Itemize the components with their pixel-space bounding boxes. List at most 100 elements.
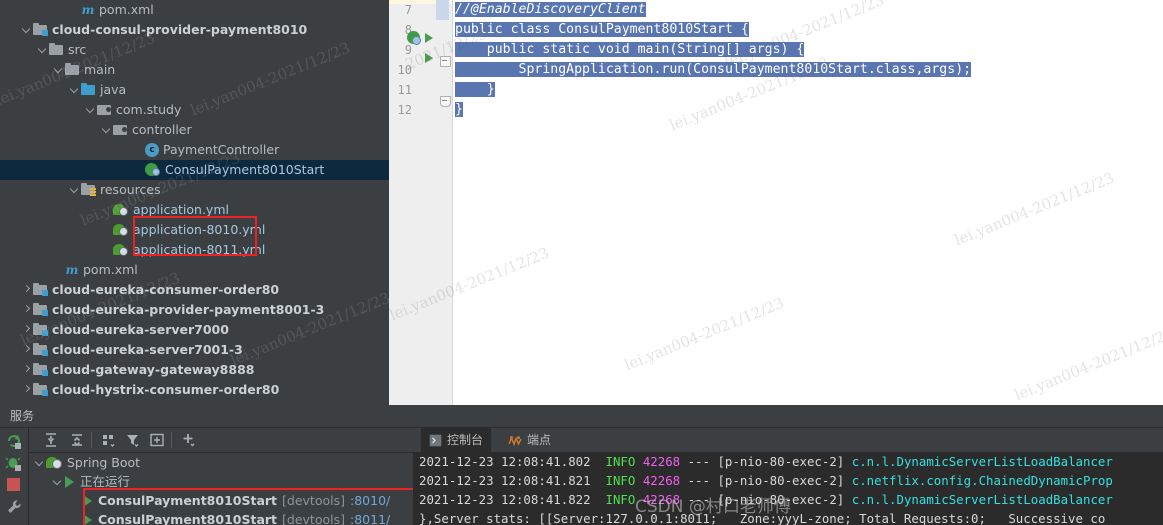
service-group-row[interactable]: 正在运行	[29, 472, 413, 491]
tree-row-label: cloud-eureka-server7000	[52, 322, 229, 337]
show-services-icon[interactable]	[149, 432, 165, 448]
tree-row[interactable]: cloud-eureka-server7001-3	[0, 340, 389, 360]
code-line[interactable]: public static void main(String[] args) {	[453, 40, 1163, 60]
tree-row[interactable]: application-8011.yml	[0, 240, 389, 260]
spring-boot-run-icon[interactable]	[407, 31, 421, 45]
tree-row[interactable]: c PaymentController	[0, 140, 389, 160]
chevron-right-icon[interactable]	[20, 380, 33, 400]
fold-collapse-icon-line11[interactable]	[440, 96, 451, 107]
chevron-right-icon[interactable]	[20, 300, 33, 320]
log-timestamp: 2021-12-23 12:08:41.822	[419, 492, 591, 507]
tree-row[interactable]: m pom.xml	[0, 0, 389, 20]
chevron-down-icon[interactable]	[68, 80, 81, 100]
chevron-right-icon[interactable]	[20, 280, 33, 300]
tab-console[interactable]: 控制台	[421, 428, 492, 452]
collapse-all-icon[interactable]	[69, 432, 85, 448]
tab-endpoints[interactable]: 端点	[500, 428, 559, 452]
console-log-line: 2021-12-23 12:08:41.822 INFO 42268 --- […	[419, 490, 1163, 509]
ide-window: m pom.xml cloud-consul-provider-payment801…	[0, 0, 1163, 525]
log-level: INFO	[605, 492, 636, 507]
filter-icon[interactable]	[125, 432, 141, 448]
tree-row[interactable]: cloud-eureka-server7000	[0, 320, 389, 340]
service-name: ConsulPayment8010Start	[98, 493, 278, 508]
run-green-icon	[82, 494, 94, 507]
settings-wrench-icon[interactable]	[5, 498, 23, 516]
code-line[interactable]: }	[453, 80, 1163, 100]
module-folder-icon	[33, 343, 48, 357]
service-instance-row[interactable]: ConsulPayment8010Start [devtools]:8011/	[29, 510, 413, 525]
chevron-down-icon[interactable]	[84, 100, 97, 120]
service-port-link[interactable]: :8010/	[350, 491, 390, 510]
run-actions-rail[interactable]	[0, 428, 29, 525]
tree-row[interactable]: cloud-gateway-gateway8888	[0, 360, 389, 380]
tree-row[interactable]: cloud-consul-provider-payment8010	[0, 20, 389, 40]
log-timestamp: 2021-12-23 12:08:41.802	[419, 454, 591, 469]
stop-icon[interactable]	[5, 476, 23, 494]
tree-row-label: pom.xml	[99, 2, 154, 17]
tree-row[interactable]: com.study	[0, 100, 389, 120]
chevron-down-icon[interactable]	[33, 453, 46, 473]
chevron-down-icon[interactable]	[52, 60, 65, 80]
chevron-down-icon[interactable]	[68, 180, 81, 200]
tree-row[interactable]: m pom.xml	[0, 260, 389, 280]
log-logger: c.n.l.DynamicServerListLoadBalancer	[851, 454, 1113, 469]
code-content[interactable]: //@EnableDiscoveryClient public class Con…	[453, 0, 1163, 413]
run-gutter-icon-line9[interactable]	[425, 53, 433, 63]
services-tree-panel[interactable]: Spring Boot 正在运行 ConsulPayment8010Start [de…	[29, 428, 413, 525]
tree-row[interactable]: cloud-hystrix-consumer-order80	[0, 380, 389, 400]
code-editor[interactable]: 7 8 9 10 11 12 //@EnableDiscoveryClient public…	[387, 0, 1163, 413]
code-line[interactable]: //@EnableDiscoveryClient	[453, 0, 1163, 20]
tree-row[interactable]: cloud-eureka-consumer-order80	[0, 280, 389, 300]
console-output[interactable]: 2021-12-23 12:08:41.802 INFO 42268 --- […	[413, 452, 1163, 525]
service-group-label: 正在运行	[80, 474, 131, 489]
debug-icon[interactable]	[5, 454, 23, 472]
service-group-row[interactable]: Spring Boot	[29, 453, 413, 472]
add-service-icon[interactable]	[181, 432, 197, 448]
tree-row[interactable]: application-8010.yml	[0, 220, 389, 240]
service-instance-row[interactable]: ConsulPayment8010Start [devtools]:8010/	[29, 491, 413, 510]
chevron-down-icon[interactable]	[100, 120, 113, 140]
expand-all-icon[interactable]	[43, 432, 59, 448]
fold-collapse-icon-line9[interactable]	[440, 56, 451, 67]
chevron-down-icon[interactable]	[36, 40, 49, 60]
services-toolbar[interactable]	[29, 428, 413, 453]
project-tool-window[interactable]: m pom.xml cloud-consul-provider-payment801…	[0, 0, 389, 413]
group-by-icon[interactable]	[101, 432, 117, 448]
console-panel[interactable]: 控制台 端点 2021-12-23 12:08:41.802 INFO 4226…	[413, 428, 1163, 525]
run-gutter-icon-line8[interactable]	[425, 33, 433, 43]
rerun-icon[interactable]	[5, 432, 23, 450]
tree-row[interactable]: ConsulPayment8010Start	[0, 160, 389, 180]
tree-row[interactable]: src	[0, 40, 389, 60]
line-number: 12	[397, 103, 412, 117]
chevron-down-icon[interactable]	[20, 20, 33, 40]
chevron-right-icon[interactable]	[20, 320, 33, 340]
tree-row[interactable]: java	[0, 80, 389, 100]
tree-row[interactable]: controller	[0, 120, 389, 140]
tab-endpoints-label: 端点	[527, 433, 552, 447]
console-log-line: 2021-12-23 12:08:41.821 INFO 42268 --- […	[419, 471, 1163, 490]
service-port-link[interactable]: :8011/	[350, 510, 390, 525]
module-folder-icon	[33, 383, 48, 397]
code-line[interactable]: }	[453, 100, 1163, 120]
tree-row-label: application-8011.yml	[133, 242, 266, 257]
spring-boot-icon	[46, 456, 63, 470]
chevron-down-icon[interactable]	[51, 472, 64, 492]
code-line[interactable]: SpringApplication.run(ConsulPayment8010S…	[453, 60, 1163, 80]
chevron-right-icon[interactable]	[20, 360, 33, 380]
services-tree[interactable]: Spring Boot 正在运行 ConsulPayment8010Start [de…	[29, 453, 413, 525]
tree-row[interactable]: cloud-eureka-provider-payment8001-3	[0, 300, 389, 320]
tree-row[interactable]: application.yml	[0, 200, 389, 220]
console-tab-strip[interactable]: 控制台 端点	[413, 428, 1163, 453]
tree-row-label: cloud-hystrix-consumer-order80	[52, 382, 280, 397]
chevron-right-icon[interactable]	[20, 340, 33, 360]
tree-row[interactable]: resources	[0, 180, 389, 200]
tree-row[interactable]: main	[0, 60, 389, 80]
log-separator: ---	[687, 454, 710, 469]
bottom-panel: Spring Boot 正在运行 ConsulPayment8010Start [de…	[0, 427, 1163, 525]
editor-gutter[interactable]: 7 8 9 10 11 12	[389, 0, 453, 413]
code-line[interactable]: public class ConsulPayment8010Start {	[453, 20, 1163, 40]
line-number: 11	[397, 83, 412, 97]
